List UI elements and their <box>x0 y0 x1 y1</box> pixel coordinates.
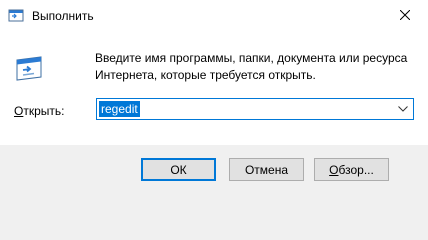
ok-button[interactable]: ОК <box>141 158 216 181</box>
chevron-down-icon[interactable] <box>396 102 410 116</box>
open-combobox[interactable]: regedit <box>96 98 414 120</box>
close-button[interactable] <box>382 0 428 31</box>
instruction-line-2: Интернета, которые требуется открыть. <box>95 68 316 82</box>
window-title: Выполнить <box>32 9 94 23</box>
cancel-button[interactable]: Отмена <box>229 158 304 181</box>
open-label-rest: ткрыть: <box>23 104 65 118</box>
open-label: Открыть: <box>14 104 64 118</box>
button-bar: ОК Отмена Обзор... <box>0 145 428 206</box>
browse-button[interactable]: Обзор... <box>314 158 389 181</box>
open-label-mnemonic: О <box>14 104 24 118</box>
run-dialog: Выполнить Введите имя программы, папки, … <box>0 0 428 206</box>
run-program-icon <box>14 53 44 83</box>
close-icon <box>399 9 411 23</box>
browse-label-rest: бзор... <box>338 162 374 177</box>
run-app-icon <box>8 8 24 24</box>
title-bar[interactable]: Выполнить <box>0 0 428 31</box>
instruction-line-1: Введите имя программы, папки, документа … <box>95 51 408 65</box>
open-input-value[interactable]: regedit <box>99 101 140 117</box>
instruction-text: Введите имя программы, папки, документа … <box>95 50 415 84</box>
browse-mnemonic: О <box>329 162 339 177</box>
